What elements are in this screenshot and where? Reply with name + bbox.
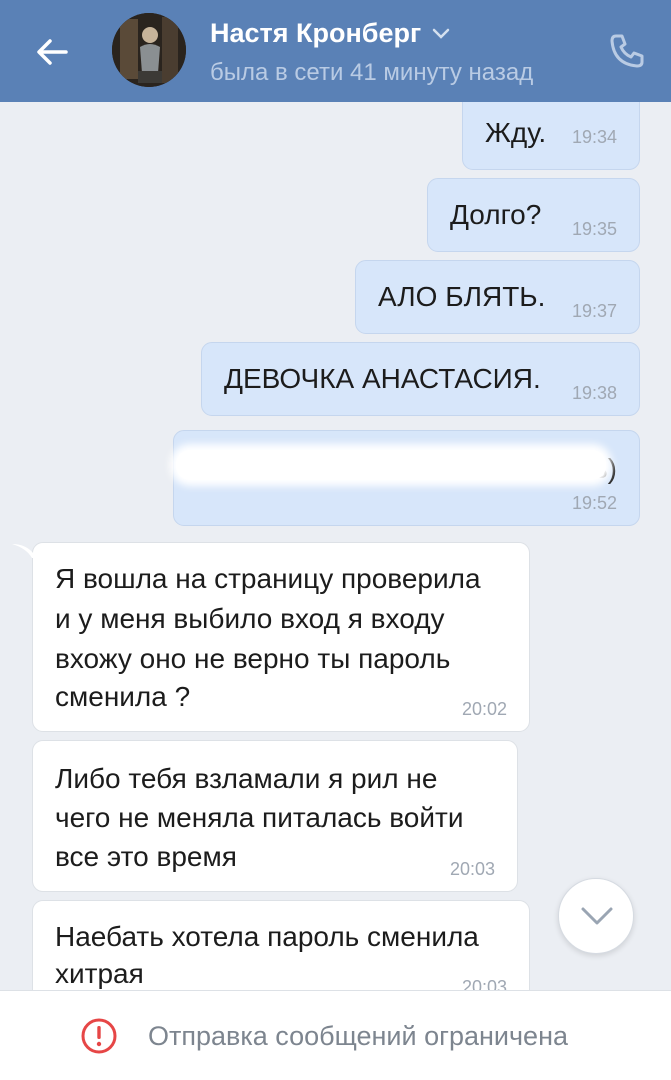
message-text: АЛО БЛЯТЬ. [378,281,546,312]
message-line: сменила ? [55,681,191,712]
message-restriction-bar: Отправка сообщений ограничена [0,990,671,1080]
incoming-message[interactable]: Я вошла на страницу проверила и у меня в… [32,542,530,732]
bubble-tail [12,544,34,558]
incoming-message[interactable]: Наебать хотела пароль сменила хитрая 20:… [32,900,530,990]
redaction-mark [176,450,606,480]
message-time: 19:52 [571,493,617,513]
contact-name-button[interactable]: Настя Кронберг [210,18,451,49]
message-line: хитрая [55,958,144,989]
message-line: чего не меняла питалась войти [55,802,464,833]
message-line: Либо тебя взламали я рил не [55,763,438,794]
contact-name: Настя Кронберг [210,18,422,48]
last-seen-status: была в сети 41 минуту назад [210,59,534,86]
message-text: ДЕВОЧКА АНАСТАСИЯ. [224,363,541,394]
message-text: Жду. [485,117,547,148]
message-line: Наебать хотела пароль сменила [55,921,479,952]
message-text: Долго? [450,199,542,230]
outgoing-message[interactable]: АЛО БЛЯТЬ. 19:37 [355,260,640,334]
chevron-down-icon [581,907,613,925]
message-time: 20:03 [449,859,495,879]
arrow-left-icon [37,39,68,65]
outgoing-message[interactable]: Долго? 19:35 [427,178,640,252]
phone-icon [610,34,644,68]
alert-circle-icon [81,1018,117,1054]
chat-header: Настя Кронберг была в сети 41 минуту наз… [0,0,671,102]
message-time: 19:34 [571,127,617,147]
message-time: 20:02 [461,699,507,719]
restriction-text: Отправка сообщений ограничена [148,1021,568,1051]
chevron-down-icon [432,28,450,39]
message-time: 19:35 [571,219,617,239]
outgoing-message[interactable]: Жду. 19:34 [462,102,640,170]
message-line: все это время [55,841,237,872]
message-line: Я вошла на страницу проверила [55,563,481,594]
message-line: вхожу оно не верно ты пароль [55,643,451,674]
avatar-photo [112,13,186,87]
outgoing-message[interactable]: ДЕВОЧКА АНАСТАСИЯ. 19:38 [201,342,640,416]
call-button[interactable] [604,28,650,74]
scroll-to-bottom-button[interactable] [558,878,634,954]
message-time: 19:37 [571,301,617,321]
back-button[interactable] [28,28,76,76]
message-time: 20:03 [461,977,507,990]
message-list[interactable]: Жду. 19:34 Долго? 19:35 АЛО БЛЯТЬ. 19:37… [0,102,671,990]
message-time: 19:38 [571,383,617,403]
avatar[interactable] [112,13,186,87]
incoming-message[interactable]: Либо тебя взламали я рил не чего не меня… [32,740,518,892]
message-line: и у меня выбило вход я входу [55,603,445,634]
